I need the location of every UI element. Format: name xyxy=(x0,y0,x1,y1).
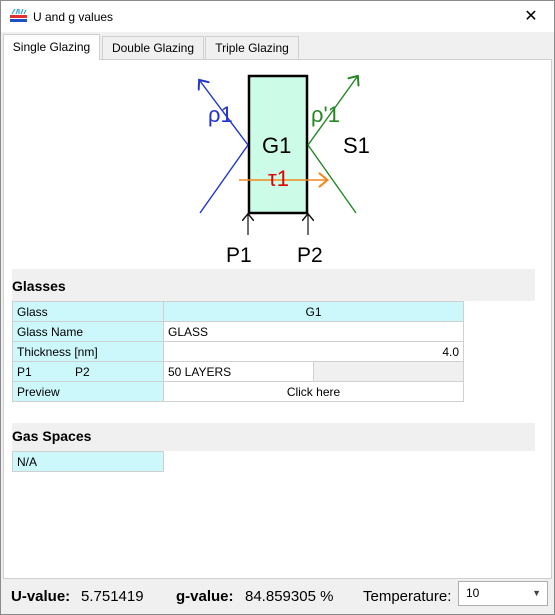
u-value: 5.751419 xyxy=(81,588,144,605)
table-row: Preview Click here xyxy=(12,381,464,402)
temperature-value: 10 xyxy=(466,586,480,600)
glass-label: G1 xyxy=(262,133,291,158)
close-button[interactable]: ✕ xyxy=(508,1,554,32)
gas-spaces-title: Gas Spaces xyxy=(12,428,92,444)
u-value-label: U-value: xyxy=(11,588,71,605)
rho1-prime-label: ρ'1 xyxy=(311,102,340,127)
rho1-label: ρ1 xyxy=(208,102,233,127)
p-extra-value[interactable] xyxy=(313,361,464,382)
p1-header: P1 xyxy=(17,364,32,379)
preview-link[interactable]: Click here xyxy=(163,381,464,402)
window: U and g values ✕ Single Glazing Double G… xyxy=(0,0,555,615)
glass-name-header: Glass Name xyxy=(12,321,164,342)
s1-label: S1 xyxy=(343,133,370,158)
table-row: P1 P2 50 LAYERS xyxy=(12,361,464,382)
g-value-label: g-value: xyxy=(176,588,234,605)
glazing-diagram-svg: ρ1 ρ'1 G1 S1 τ1 P1 P2 xyxy=(12,69,370,267)
p2-label: P2 xyxy=(297,244,323,267)
glass-header: Glass xyxy=(12,301,164,322)
rho1-incident-ray xyxy=(199,144,249,214)
table-row: Glass Name GLASS xyxy=(12,321,464,342)
glazing-diagram: ρ1 ρ'1 G1 S1 τ1 P1 P2 xyxy=(12,69,535,269)
gas-space-row[interactable]: N/A xyxy=(12,451,164,472)
p-value[interactable]: 50 LAYERS xyxy=(163,361,314,382)
glass-value[interactable]: G1 xyxy=(163,301,464,322)
temperature-select[interactable]: 10 ▼ xyxy=(458,581,548,606)
tab-triple-glazing[interactable]: Triple Glazing xyxy=(205,36,299,59)
title-bar: U and g values ✕ xyxy=(1,1,554,32)
preview-header: Preview xyxy=(12,381,164,402)
p1-label: P1 xyxy=(226,244,252,267)
window-title: U and g values xyxy=(33,10,114,24)
p-header: P1 P2 xyxy=(12,361,164,382)
chevron-down-icon: ▼ xyxy=(532,588,541,598)
single-glazing-panel: ρ1 ρ'1 G1 S1 τ1 P1 P2 Glasses Glass G1 G… xyxy=(3,59,552,579)
glasses-grid: Glass G1 Glass Name GLASS Thickness [nm]… xyxy=(12,301,535,417)
app-icon xyxy=(10,9,27,22)
table-row: Thickness [nm] 4.0 xyxy=(12,341,464,362)
thickness-header: Thickness [nm] xyxy=(12,341,164,362)
table-row: N/A xyxy=(12,451,164,472)
thickness-value[interactable]: 4.0 xyxy=(163,341,464,362)
tab-single-glazing[interactable]: Single Glazing xyxy=(3,34,100,60)
tab-double-glazing[interactable]: Double Glazing xyxy=(102,36,204,59)
table-row: Glass G1 xyxy=(12,301,464,322)
gas-spaces-grid: N/A xyxy=(12,451,535,568)
glasses-title: Glasses xyxy=(12,278,66,294)
glass-name-value[interactable]: GLASS xyxy=(163,321,464,342)
temperature-label: Temperature: xyxy=(363,588,452,605)
close-icon: ✕ xyxy=(524,8,538,25)
tau1-label: τ1 xyxy=(268,166,289,191)
g-value: 84.859305 % xyxy=(245,588,334,605)
p2-header: P2 xyxy=(75,364,90,379)
